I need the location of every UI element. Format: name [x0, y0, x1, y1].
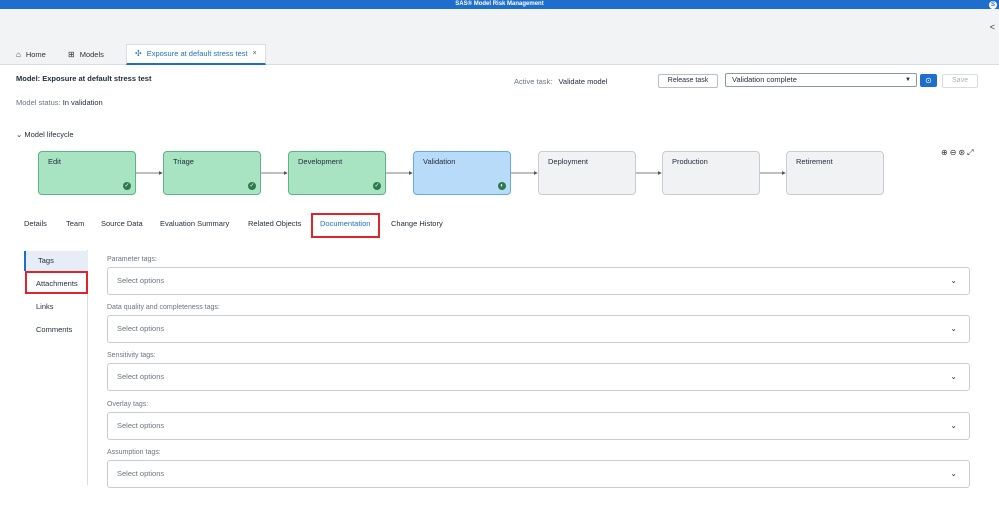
dropdown-arrow-icon: ▼	[905, 77, 911, 83]
stage-deployment[interactable]: Deployment	[538, 151, 636, 195]
release-task-button[interactable]: Release task	[658, 74, 718, 88]
select-placeholder: Select options	[117, 372, 165, 381]
select-placeholder: Select options	[117, 421, 165, 430]
parameter-tags-field: Parameter tags: Select options ⌄	[107, 256, 970, 295]
tab-label: Home	[25, 49, 46, 59]
sensitivity-tags-field: Sensitivity tags: Select options ⌄	[107, 352, 970, 391]
chevron-down-icon: ⌄	[950, 421, 957, 430]
stage-production[interactable]: Production	[662, 151, 760, 195]
tab-change-history[interactable]: Change History	[391, 219, 443, 228]
task-outcome-select[interactable]: Validation complete ▼	[725, 73, 917, 87]
field-label: Parameter tags:	[107, 256, 157, 263]
data-quality-tags-field: Data quality and completeness tags: Sele…	[107, 304, 970, 343]
stage-label: Triage	[173, 157, 194, 166]
user-avatar[interactable]: S	[989, 0, 997, 9]
chevron-down-icon: ⌄	[950, 469, 957, 478]
tab-models[interactable]: ⊞ Models	[68, 44, 104, 65]
stage-development[interactable]: Development ✓	[288, 151, 386, 195]
field-label: Assumption tags:	[107, 449, 161, 456]
stage-label: Deployment	[548, 157, 589, 166]
expand-icon[interactable]: ⤢	[967, 148, 975, 157]
app-header: SAS® Model Risk Management S	[0, 0, 999, 9]
stage-label: Edit	[48, 157, 61, 166]
model-title: Model: Exposure at default stress test	[16, 74, 152, 83]
stage-validation[interactable]: Validation ◐	[413, 151, 511, 195]
assumption-tags-field: Assumption tags: Select options ⌄	[107, 449, 970, 488]
status-value: In validation	[62, 98, 103, 107]
check-icon: ✓	[373, 182, 381, 190]
parameter-tags-select[interactable]: Select options ⌄	[107, 267, 970, 295]
overlay-tags-field: Overlay tags: Select options ⌄	[107, 401, 970, 440]
lifecycle-label: Model lifecycle	[24, 130, 74, 139]
sensitivity-tags-select[interactable]: Select options ⌄	[107, 363, 970, 391]
home-icon: ⌂	[16, 49, 21, 59]
field-label: Sensitivity tags:	[107, 352, 156, 359]
tab-source-data[interactable]: Source Data	[101, 219, 143, 228]
app-title: SAS® Model Risk Management	[455, 1, 544, 7]
stage-label: Production	[672, 157, 708, 166]
models-icon: ⊞	[68, 49, 75, 59]
stage-label: Validation	[423, 157, 456, 166]
sidebar-item-tags[interactable]: Tags	[24, 251, 88, 271]
select-placeholder: Select options	[117, 276, 165, 285]
sidebar-item-comments[interactable]: Comments	[24, 320, 88, 340]
stage-label: Retirement	[796, 157, 833, 166]
submit-icon[interactable]: ⊙	[920, 74, 937, 87]
tab-model-detail[interactable]: ✣ Exposure at default stress test ×	[126, 44, 266, 65]
tab-label: Exposure at default stress test	[146, 49, 248, 58]
in-progress-icon: ◐	[498, 182, 506, 190]
active-task-value: Validate model	[558, 77, 608, 86]
tab-details[interactable]: Details	[24, 219, 47, 228]
tab-related-objects[interactable]: Related Objects	[248, 219, 301, 228]
overlay-tags-select[interactable]: Select options ⌄	[107, 412, 970, 440]
active-task: Active task: Validate model	[514, 77, 608, 86]
sidebar-item-links[interactable]: Links	[24, 297, 88, 317]
stage-edit[interactable]: Edit ✓	[38, 151, 136, 195]
assumption-tags-select[interactable]: Select options ⌄	[107, 460, 970, 488]
share-icon[interactable]: <	[990, 22, 995, 32]
chevron-down-icon: ⌄	[950, 372, 957, 381]
lifecycle-toggle[interactable]: ⌄ Model lifecycle	[16, 130, 74, 139]
save-button[interactable]: Save	[942, 74, 978, 88]
chevron-down-icon: ⌄	[16, 130, 23, 139]
select-placeholder: Select options	[117, 324, 165, 333]
select-value: Validation complete	[732, 75, 797, 84]
status-label: Model status:	[16, 98, 61, 107]
stage-triage[interactable]: Triage ✓	[163, 151, 261, 195]
select-placeholder: Select options	[117, 469, 165, 478]
utility-bar: <	[0, 9, 999, 44]
navigation-tabs: ⌂ Home ⊞ Models ✣ Exposure at default st…	[0, 44, 999, 65]
tab-team[interactable]: Team	[66, 219, 84, 228]
active-task-label: Active task:	[514, 77, 553, 86]
close-icon[interactable]: ×	[253, 44, 257, 64]
model-status: Model status: In validation	[16, 98, 103, 107]
documentation-highlight	[311, 213, 380, 238]
attachments-highlight	[25, 271, 88, 294]
data-quality-tags-select[interactable]: Select options ⌄	[107, 315, 970, 343]
check-icon: ✓	[248, 182, 256, 190]
check-icon: ✓	[123, 182, 131, 190]
zoom-in-icon[interactable]: ⊕	[941, 148, 950, 157]
tab-home[interactable]: ⌂ Home	[16, 44, 46, 65]
zoom-controls: ⊕⊖⊛⤢	[941, 148, 976, 158]
field-label: Overlay tags:	[107, 401, 149, 408]
chevron-down-icon: ⌄	[950, 324, 957, 333]
stage-label: Development	[298, 157, 343, 166]
chevron-down-icon: ⌄	[950, 276, 957, 285]
model-node-icon: ✣	[135, 49, 142, 58]
zoom-reset-icon[interactable]: ⊛	[958, 148, 967, 157]
tab-evaluation-summary[interactable]: Evaluation Summary	[160, 219, 229, 228]
stage-retirement[interactable]: Retirement	[786, 151, 884, 195]
field-label: Data quality and completeness tags:	[107, 304, 220, 311]
tab-label: Models	[79, 49, 104, 59]
